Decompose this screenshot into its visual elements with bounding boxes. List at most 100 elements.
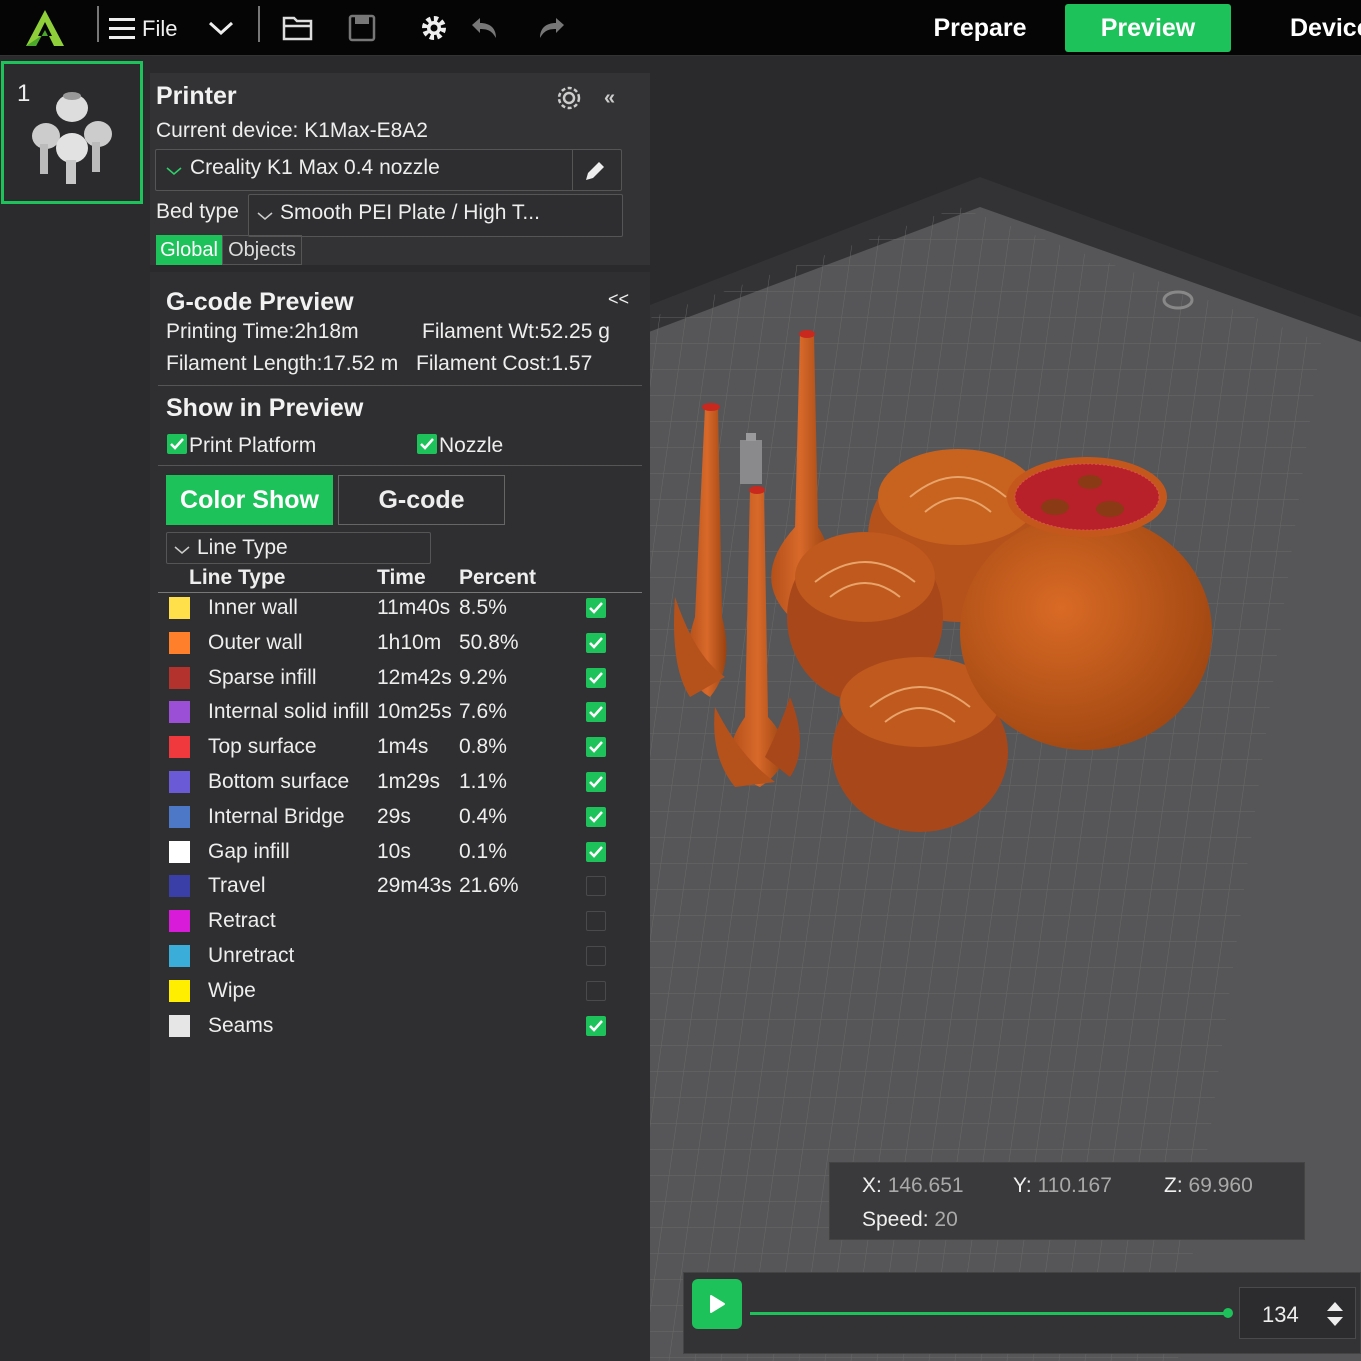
- nozzle-checkbox[interactable]: [417, 434, 437, 454]
- show-in-preview-title: Show in Preview: [166, 394, 364, 422]
- chevron-down-icon: [257, 212, 273, 220]
- line-type-row: Outer wall 1h10m 50.8%: [150, 630, 650, 666]
- line-type-visibility-checkbox[interactable]: [586, 946, 606, 966]
- line-type-visibility-checkbox[interactable]: [586, 1015, 606, 1036]
- plate-thumbnail[interactable]: 1: [1, 61, 143, 204]
- line-type-color-swatch: [169, 1014, 190, 1037]
- settings-gear-icon[interactable]: [416, 10, 452, 46]
- bed-type-label: Bed type: [156, 200, 239, 223]
- collapse-icon[interactable]: <<: [608, 289, 629, 310]
- tab-objects[interactable]: Objects: [222, 235, 302, 265]
- line-type-time: 1m29s: [377, 770, 441, 793]
- toolbar-separator: [258, 6, 260, 42]
- layer-number-value: 134: [1262, 1302, 1299, 1327]
- line-type-color-swatch: [169, 736, 190, 759]
- line-type-color-swatch: [169, 701, 190, 724]
- plate-list: 1: [0, 57, 150, 1361]
- line-type-visibility-checkbox[interactable]: [586, 737, 606, 758]
- line-type-row: Internal solid infill 10m25s 7.6%: [150, 700, 650, 735]
- top-toolbar: File Prepare Preview Device: [0, 0, 1361, 56]
- line-type-visibility-checkbox[interactable]: [586, 980, 606, 1001]
- line-type-name: Internal Bridge: [208, 804, 345, 828]
- line-type-percent: 1.1%: [459, 770, 507, 793]
- line-type-time: 10m25s: [377, 700, 452, 724]
- y-coordinate: Y: 110.167: [1013, 1174, 1112, 1197]
- line-type-name: Travel: [208, 874, 266, 898]
- line-type-name: Seams: [208, 1013, 274, 1037]
- line-type-row: Top surface 1m4s 0.8%: [150, 735, 650, 770]
- print-platform-checkbox[interactable]: [167, 434, 187, 454]
- line-type-color-swatch: [169, 875, 190, 898]
- line-type-row: Travel 29m43s 21.6%: [150, 874, 650, 909]
- line-type-visibility-checkbox[interactable]: [586, 598, 606, 618]
- line-type-visibility-checkbox[interactable]: [586, 632, 606, 653]
- filament-cost: Filament Cost:1.57: [416, 352, 593, 375]
- tab-device[interactable]: Device: [1272, 4, 1361, 52]
- gcode-button[interactable]: G-code: [338, 475, 505, 525]
- printer-settings-gear-icon[interactable]: [554, 83, 584, 118]
- layer-number-input[interactable]: 134: [1239, 1287, 1356, 1339]
- stepper-arrows-icon[interactable]: [1324, 1300, 1346, 1328]
- line-type-percent: 0.8%: [459, 735, 507, 759]
- line-type-name: Gap infill: [208, 839, 290, 863]
- line-type-color-swatch: [169, 945, 190, 967]
- coordinate-readout: X: 146.651 Y: 110.167 Z: 69.960 Speed: 2…: [829, 1162, 1305, 1240]
- line-type-time: 29s: [377, 804, 411, 828]
- line-type-percent: 8.5%: [459, 596, 507, 619]
- z-coordinate: Z: 69.960: [1164, 1174, 1253, 1197]
- layer-slider-handle[interactable]: [1223, 1308, 1233, 1318]
- chevron-down-icon: [174, 546, 190, 554]
- tab-prepare[interactable]: Prepare: [905, 4, 1055, 52]
- line-type-percent: 9.2%: [459, 665, 507, 689]
- collapse-panel-icon[interactable]: «: [604, 87, 615, 110]
- line-type-visibility-checkbox[interactable]: [586, 876, 606, 897]
- menu-icon[interactable]: [104, 10, 140, 46]
- printer-panel: Printer « Current device: K1Max-E8A2 Cre…: [150, 73, 650, 265]
- divider: [158, 465, 642, 466]
- line-type-visibility-checkbox[interactable]: [586, 911, 606, 932]
- gcode-preview-title: G-code Preview: [166, 288, 354, 316]
- tab-global[interactable]: Global: [156, 235, 222, 265]
- tab-preview[interactable]: Preview: [1065, 4, 1231, 52]
- app-logo-icon: [26, 10, 64, 46]
- line-type-percent: 7.6%: [459, 700, 507, 724]
- nozzle-label: Nozzle: [439, 434, 504, 457]
- filament-weight: Filament Wt:52.25 g: [422, 320, 610, 343]
- file-menu[interactable]: File: [142, 16, 177, 42]
- line-type-row: Inner wall 11m40s 8.5%: [150, 596, 650, 631]
- line-type-time: 1h10m: [377, 630, 442, 654]
- open-folder-icon[interactable]: [280, 10, 316, 46]
- line-type-visibility-checkbox[interactable]: [586, 772, 606, 792]
- plate-preview-image: [32, 92, 112, 184]
- line-type-percent: 0.4%: [459, 804, 507, 828]
- play-icon: [710, 1295, 725, 1313]
- line-type-color-swatch: [169, 910, 190, 933]
- x-coordinate: X: 146.651: [862, 1174, 964, 1197]
- play-button[interactable]: [692, 1279, 742, 1329]
- line-type-row: Seams: [150, 1013, 650, 1049]
- print-platform-label: Print Platform: [189, 434, 317, 457]
- layer-slider-track[interactable]: [750, 1312, 1228, 1315]
- bed-type-select[interactable]: Smooth PEI Plate / High T...: [248, 194, 623, 237]
- speed-readout: Speed: 20: [862, 1208, 958, 1231]
- save-icon[interactable]: [344, 10, 380, 46]
- line-type-visibility-checkbox[interactable]: [586, 841, 606, 862]
- line-type-visibility-checkbox[interactable]: [586, 806, 606, 827]
- chevron-down-icon[interactable]: [203, 10, 239, 46]
- line-type-visibility-checkbox[interactable]: [586, 702, 606, 723]
- redo-icon[interactable]: [534, 10, 570, 46]
- view-mode-select[interactable]: Line Type: [166, 532, 431, 564]
- printer-profile-select[interactable]: Creality K1 Max 0.4 nozzle: [155, 149, 622, 191]
- line-type-row: Retract: [150, 909, 650, 944]
- line-type-name: Inner wall: [208, 596, 298, 619]
- line-type-visibility-checkbox[interactable]: [586, 667, 606, 688]
- line-type-color-swatch: [169, 840, 190, 863]
- printer-title: Printer: [156, 82, 237, 110]
- color-show-button[interactable]: Color Show: [166, 475, 333, 525]
- line-type-row: Internal Bridge 29s 0.4%: [150, 804, 650, 840]
- line-type-name: Unretract: [208, 944, 295, 967]
- edit-pencil-icon[interactable]: [582, 158, 608, 184]
- undo-icon[interactable]: [466, 10, 502, 46]
- line-type-color-swatch: [169, 805, 190, 828]
- line-type-name: Top surface: [208, 735, 317, 759]
